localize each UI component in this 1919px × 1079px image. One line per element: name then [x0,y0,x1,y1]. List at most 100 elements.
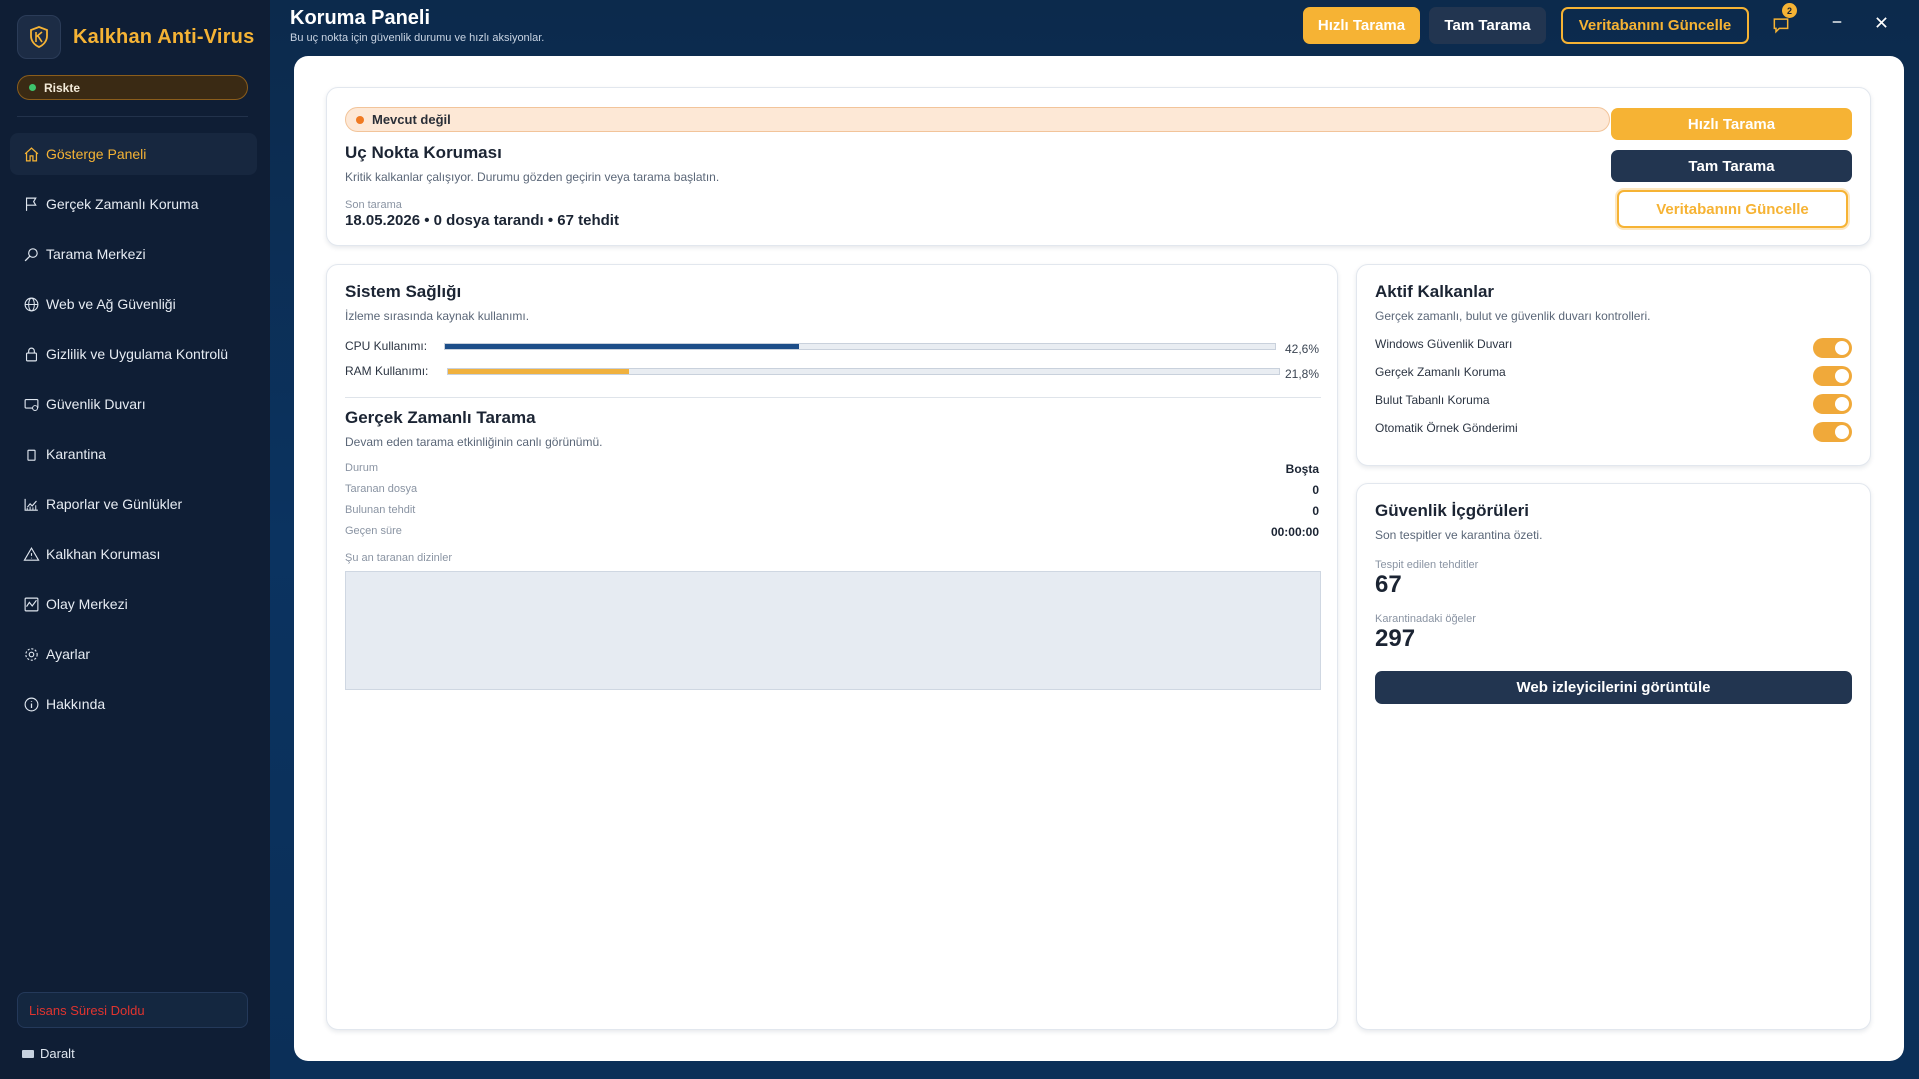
sidebar-item-label: Ayarlar [46,646,91,662]
sidebar-item-label: Kalkhan Koruması [46,546,161,562]
elapsed-time-label: Geçen süre [345,525,402,537]
sidebar-item-quarantine[interactable]: Karantina [10,433,257,475]
sidebar-item-event-center[interactable]: Olay Merkezi [10,583,257,625]
view-web-trackers-button[interactable]: Web izleyicilerini görüntüle [1375,671,1852,704]
status-dot-icon [29,84,36,91]
flag-icon [22,195,40,213]
ram-usage-value: 21,8% [1284,367,1319,381]
warning-icon [22,545,40,563]
shield-label: Bulut Tabanlı Koruma [1375,393,1490,407]
sidebar-item-label: Hakkında [46,696,106,712]
license-status[interactable]: Lisans Süresi Doldu [17,992,248,1028]
notification-icon[interactable] [1771,15,1791,35]
toggle-knob [1835,341,1849,355]
shield-logo-icon [17,15,61,59]
ram-usage-row: RAM Kullanımı: [345,364,1280,378]
endpoint-title: Uç Nokta Koruması [345,143,502,162]
box-icon [22,445,40,463]
sidebar-item-label: Raporlar ve Günlükler [46,496,183,512]
cpu-usage-bar [444,342,1276,350]
chart-icon [22,495,40,513]
risk-status-label: Riskte [44,80,81,95]
toggle-knob [1835,369,1849,383]
endpoint-protection-card: Mevcut değil Uç Nokta Koruması Kritik ka… [326,87,1871,246]
activity-icon [22,595,40,613]
cpu-usage-row: CPU Kullanımı: [345,339,1276,353]
current-dirs-list[interactable] [345,571,1321,690]
sidebar-item-realtime-protection[interactable]: Gerçek Zamanlı Koruma [10,183,257,225]
ram-usage-label: RAM Kullanımı: [345,364,429,378]
sidebar-item-label: Karantina [46,446,106,462]
endpoint-status-label: Mevcut değil [372,112,451,127]
ram-usage-bar-fill [448,368,630,374]
shield-row-realtime: Gerçek Zamanlı Koruma [1375,362,1852,386]
system-health-title: Sistem Sağlığı [345,282,462,301]
quick-scan-button[interactable]: Hızlı Tarama [1611,108,1852,140]
header-quick-scan-button[interactable]: Hızlı Tarama [1303,7,1420,44]
last-scan-value: 18.05.2026 • 0 dosya tarandı • 67 tehdit [345,212,619,229]
shield-row-sample-submission: Otomatik Örnek Gönderimi [1375,418,1852,442]
cloud-protection-toggle[interactable] [1813,394,1852,414]
status-dot-icon [356,115,364,124]
active-shields-title: Aktif Kalkanlar [1375,282,1495,301]
threats-found-value: 0 [1312,504,1319,518]
scan-status-label: Durum [345,462,379,474]
firewall-icon [22,395,40,413]
scan-status-value: Boşta [1285,462,1319,476]
collapse-sidebar-button[interactable]: Daralt [22,1046,75,1061]
section-divider [345,397,1321,398]
sample-submission-toggle[interactable] [1813,422,1852,442]
sidebar-item-label: Web ve Ağ Güvenliği [46,296,176,312]
license-status-label: Lisans Süresi Doldu [29,1002,145,1018]
sidebar-item-label: Tarama Merkezi [46,246,146,262]
sidebar-item-firewall[interactable]: Güvenlik Duvarı [10,383,257,425]
minimize-window-button[interactable] [1827,12,1847,32]
last-scan-label: Son tarama [345,199,402,211]
shield-label: Gerçek Zamanlı Koruma [1375,365,1506,379]
toggle-knob [1835,397,1849,411]
sidebar-item-label: Gizlilik ve Uygulama Kontrolü [46,346,229,362]
sidebar-item-label: Güvenlik Duvarı [46,396,146,412]
full-scan-button[interactable]: Tam Tarama [1611,150,1852,182]
security-insights-title: Güvenlik İçgörüleri [1375,501,1529,520]
threats-detected-value: 67 [1375,571,1402,598]
endpoint-status-badge: Mevcut değil [345,107,1610,132]
sidebar: Kalkhan Anti-Virus Riskte Gösterge Panel… [0,0,270,1079]
gear-icon [22,645,40,663]
system-health-subtitle: İzleme sırasında kaynak kullanımı. [345,309,530,323]
brand: Kalkhan Anti-Virus [17,15,254,59]
search-icon [22,245,40,263]
header-update-db-button[interactable]: Veritabanını Güncelle [1561,7,1749,44]
info-icon [22,695,40,713]
close-window-button[interactable] [1871,12,1891,32]
sidebar-item-privacy-app-control[interactable]: Gizlilik ve Uygulama Kontrolü [10,333,257,375]
sidebar-item-about[interactable]: Hakkında [10,683,257,725]
sidebar-item-web-network[interactable]: Web ve Ağ Güvenliği [10,283,257,325]
sidebar-item-dashboard[interactable]: Gösterge Paneli [10,133,257,175]
sidebar-nav: Gösterge Paneli Gerçek Zamanlı Koruma Ta… [10,133,257,733]
elapsed-time-value: 00:00:00 [1270,525,1319,539]
sidebar-item-kalkhan-protection[interactable]: Kalkhan Koruması [10,533,257,575]
update-db-button[interactable]: Veritabanını Güncelle [1617,190,1848,228]
lock-icon [22,345,40,363]
cpu-usage-label: CPU Kullanımı: [345,339,428,353]
shield-row-firewall: Windows Güvenlik Duvarı [1375,334,1852,358]
header-full-scan-button[interactable]: Tam Tarama [1429,7,1546,44]
page-title: Koruma Paneli [290,7,431,29]
sidebar-item-scan-center[interactable]: Tarama Merkezi [10,233,257,275]
cpu-usage-value: 42,6% [1284,342,1319,356]
home-icon [22,145,40,163]
realtime-protection-toggle[interactable] [1813,366,1852,386]
sidebar-item-label: Olay Merkezi [46,596,128,612]
risk-status-badge: Riskte [17,75,248,100]
sidebar-item-label: Gösterge Paneli [46,146,147,162]
firewall-toggle[interactable] [1813,338,1852,358]
active-shields-card: Aktif Kalkanlar Gerçek zamanlı, bulut ve… [1356,264,1871,466]
sidebar-item-settings[interactable]: Ayarlar [10,633,257,675]
globe-icon [22,295,40,313]
collapse-icon [22,1049,34,1058]
app-name: Kalkhan Anti-Virus [73,25,255,48]
realtime-scan-title: Gerçek Zamanlı Tarama [345,408,536,427]
system-health-card: Sistem Sağlığı İzleme sırasında kaynak k… [326,264,1338,1030]
sidebar-item-reports-logs[interactable]: Raporlar ve Günlükler [10,483,257,525]
